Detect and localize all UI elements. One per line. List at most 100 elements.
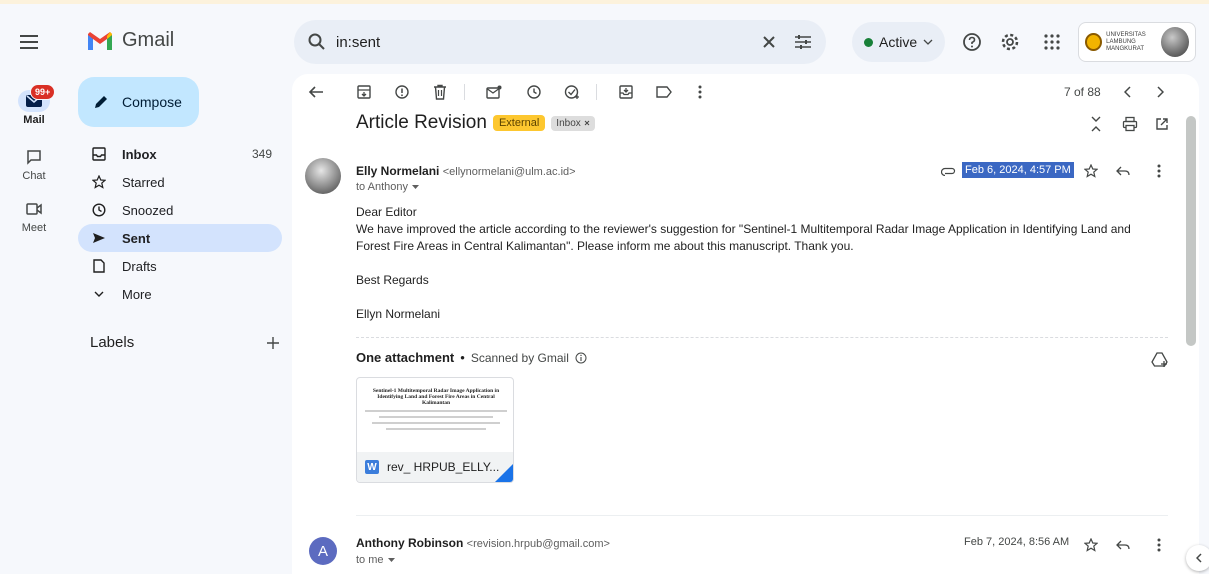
report-spam-icon[interactable] bbox=[392, 82, 412, 102]
nav-item-drafts[interactable]: Drafts bbox=[78, 252, 282, 280]
toolbar-divider bbox=[464, 84, 465, 100]
main-menu-icon[interactable] bbox=[18, 30, 42, 54]
message-body: Dear Editor We have improved the article… bbox=[356, 204, 1166, 323]
paperclip-icon bbox=[940, 162, 958, 180]
clock-icon bbox=[90, 201, 108, 219]
recipient-details[interactable]: to Anthony bbox=[356, 181, 419, 193]
account-avatar[interactable] bbox=[1160, 27, 1189, 57]
rail-meet-label: Meet bbox=[21, 222, 47, 234]
add-to-drive-icon[interactable] bbox=[1150, 350, 1170, 370]
label-tag-icon[interactable] bbox=[654, 82, 674, 102]
nav-item-sent[interactable]: Sent bbox=[78, 224, 282, 252]
clear-search-icon[interactable] bbox=[762, 35, 776, 49]
move-to-icon[interactable] bbox=[616, 82, 636, 102]
label-external: External bbox=[492, 115, 546, 131]
reply-icon[interactable] bbox=[1114, 162, 1132, 180]
body-line: Dear Editor bbox=[356, 205, 417, 219]
app-name: Gmail bbox=[122, 29, 175, 51]
attachment-header: One attachment • Scanned by Gmail bbox=[356, 350, 587, 365]
apps-grid-icon[interactable] bbox=[1040, 30, 1064, 54]
sender-avatar[interactable] bbox=[305, 158, 341, 194]
app-rail: 99+ Mail Chat Meet bbox=[0, 0, 68, 574]
message-view: 7 of 88 Article Revision External Inbox … bbox=[292, 74, 1199, 574]
attachment-preview: Sentinel-1 Multitemporal Radar Image App… bbox=[365, 388, 507, 448]
sender-avatar[interactable]: A bbox=[309, 537, 337, 565]
search-bar[interactable]: in:sent bbox=[294, 20, 826, 64]
body-line: We have improved the article according t… bbox=[356, 222, 1131, 253]
top-accent-line bbox=[0, 0, 1209, 4]
caret-down-icon bbox=[412, 185, 419, 189]
toolbar-divider bbox=[596, 84, 597, 100]
attachment-divider bbox=[356, 337, 1168, 338]
nav-label-snoozed: Snoozed bbox=[122, 202, 174, 218]
add-task-icon[interactable] bbox=[562, 82, 582, 102]
rail-chat-label: Chat bbox=[22, 170, 46, 182]
rail-mail[interactable]: 99+ Mail bbox=[0, 84, 68, 126]
side-panel-toggle[interactable] bbox=[1186, 545, 1209, 571]
message-date: Feb 7, 2024, 8:56 AM bbox=[964, 536, 1070, 548]
inbox-count: 349 bbox=[251, 147, 272, 161]
archive-icon[interactable] bbox=[354, 82, 374, 102]
inbox-icon bbox=[90, 145, 108, 163]
scanned-text: Scanned by Gmail bbox=[470, 350, 569, 365]
compose-button[interactable]: Compose bbox=[78, 77, 199, 127]
nav-item-snoozed[interactable]: Snoozed bbox=[78, 196, 282, 224]
snooze-clock-icon[interactable] bbox=[524, 82, 544, 102]
more-vertical-icon[interactable] bbox=[1150, 162, 1168, 180]
reply-icon[interactable] bbox=[1114, 536, 1132, 554]
body-line: Ellyn Normelani bbox=[356, 307, 441, 321]
add-label-icon[interactable] bbox=[266, 336, 280, 350]
scrollbar[interactable] bbox=[1186, 116, 1196, 574]
more-vertical-icon[interactable] bbox=[690, 82, 710, 102]
info-icon[interactable] bbox=[575, 352, 587, 364]
remove-label-icon[interactable] bbox=[584, 120, 590, 126]
search-options-icon[interactable] bbox=[794, 34, 812, 50]
status-dot bbox=[864, 37, 873, 47]
university-logo bbox=[1085, 33, 1103, 51]
attachment-count: One attachment bbox=[356, 350, 455, 365]
collapse-all-icon[interactable] bbox=[1086, 114, 1106, 134]
back-arrow-icon[interactable] bbox=[306, 82, 326, 102]
body-line bbox=[356, 255, 1166, 272]
rail-chat[interactable]: Chat bbox=[0, 146, 68, 182]
open-new-window-icon[interactable] bbox=[1152, 114, 1172, 134]
nav-item-more[interactable]: More bbox=[78, 280, 282, 308]
star-icon bbox=[90, 173, 108, 191]
compose-label: Compose bbox=[122, 94, 182, 110]
attachment-card[interactable]: Sentinel-1 Multitemporal Radar Image App… bbox=[356, 377, 514, 483]
trash-icon[interactable] bbox=[430, 82, 450, 102]
sender-name[interactable]: Elly Normelani bbox=[356, 164, 439, 178]
gmail-logo[interactable]: Gmail bbox=[86, 29, 174, 52]
scrollbar-thumb[interactable] bbox=[1186, 116, 1196, 346]
chevron-left-icon bbox=[1196, 553, 1202, 563]
draft-file-icon bbox=[90, 257, 108, 275]
help-icon[interactable] bbox=[960, 30, 984, 54]
settings-gear-icon[interactable] bbox=[998, 30, 1022, 54]
sender-email: <revision.hrpub@gmail.com> bbox=[466, 538, 610, 550]
older-chevron-right-icon[interactable] bbox=[1150, 82, 1170, 102]
chevron-down-icon bbox=[90, 285, 108, 303]
caret-down-icon bbox=[387, 558, 395, 562]
mark-unread-icon[interactable] bbox=[484, 82, 504, 102]
nav-item-starred[interactable]: Starred bbox=[78, 168, 282, 196]
message-date: Feb 6, 2024, 4:57 PM bbox=[962, 162, 1074, 178]
nav-label-more: More bbox=[122, 286, 152, 302]
body-line bbox=[356, 289, 1166, 306]
video-camera-icon bbox=[18, 198, 50, 220]
sender-name[interactable]: Anthony Robinson bbox=[356, 536, 463, 550]
account-switcher[interactable]: UNIVERSITAS LAMBUNG MANGKURAT bbox=[1078, 22, 1196, 62]
newer-chevron-left-icon[interactable] bbox=[1118, 82, 1138, 102]
label-inbox: Inbox bbox=[551, 115, 595, 131]
rail-meet[interactable]: Meet bbox=[0, 198, 68, 234]
nav-item-inbox[interactable]: Inbox 349 bbox=[78, 140, 282, 168]
message-sender: Anthony Robinson <revision.hrpub@gmail.c… bbox=[356, 536, 610, 550]
star-icon[interactable] bbox=[1082, 162, 1100, 180]
status-selector[interactable]: Active bbox=[852, 22, 946, 62]
subject-text: Article Revision bbox=[356, 112, 487, 133]
recipient-details[interactable]: to me bbox=[356, 554, 395, 566]
more-vertical-icon[interactable] bbox=[1150, 536, 1168, 554]
search-icon[interactable] bbox=[308, 33, 326, 51]
star-icon[interactable] bbox=[1082, 536, 1100, 554]
print-icon[interactable] bbox=[1120, 114, 1140, 134]
search-input[interactable]: in:sent bbox=[336, 34, 762, 51]
